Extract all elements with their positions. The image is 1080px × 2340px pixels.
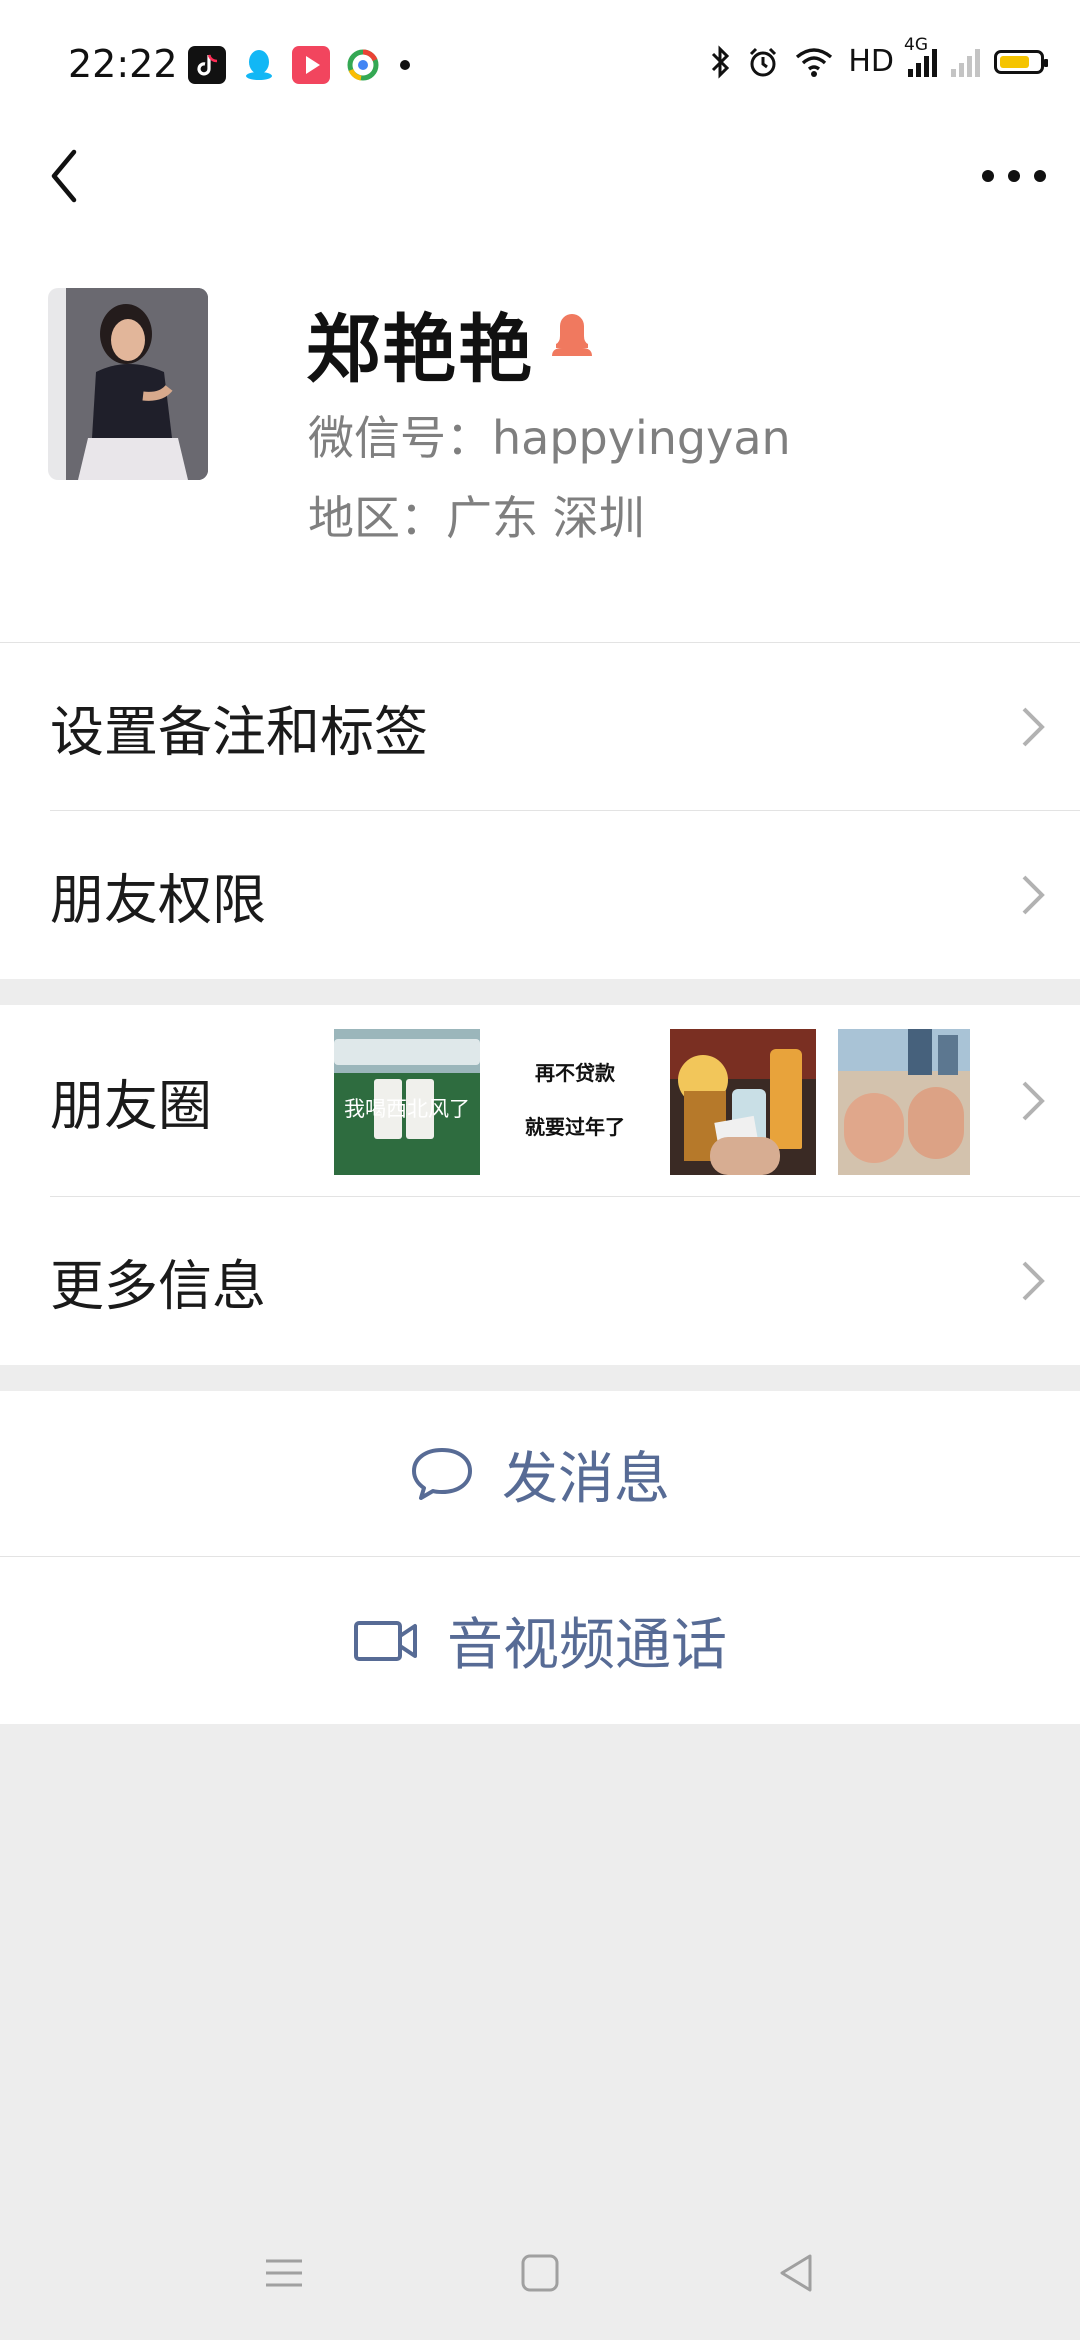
wechat-id: 微信号：happyingyan xyxy=(308,411,791,465)
browser-icon xyxy=(344,46,382,84)
more-dots-icon[interactable] xyxy=(982,164,1046,188)
signal-4g: 4G xyxy=(904,35,937,77)
system-nav-bar xyxy=(0,2225,1080,2325)
video-call-label: 音视频通话 xyxy=(447,1613,727,1678)
chevron-right-icon xyxy=(1022,1081,1045,1121)
avatar[interactable] xyxy=(48,288,208,480)
send-message-button[interactable]: 发消息 xyxy=(0,1391,1080,1557)
status-indicators: HD 4G xyxy=(708,35,1048,79)
region: 地区：广东 深圳 xyxy=(308,491,645,545)
more-info-cell[interactable]: 更多信息 xyxy=(0,1197,1080,1365)
wifi-icon xyxy=(796,47,833,77)
more-info-label: 更多信息 xyxy=(50,1254,266,1318)
home-square-icon[interactable] xyxy=(520,2253,560,2293)
contact-name: 郑艳艳 xyxy=(306,307,534,393)
set-remark-cell[interactable]: 设置备注和标签 xyxy=(0,643,1080,811)
moments-thumb xyxy=(838,1029,970,1175)
moments-cell[interactable]: 朋友圈 我喝西北风了 再不贷款 就要过年了 xyxy=(0,1005,1080,1197)
send-message-label: 发消息 xyxy=(502,1446,670,1512)
menu-lines-icon[interactable] xyxy=(264,2253,304,2293)
moments-thumb-caption-line1: 再不贷款 xyxy=(535,1061,615,1085)
tiktok-icon xyxy=(188,46,226,84)
status-time: 22:22 xyxy=(68,42,178,86)
hd-label: HD xyxy=(848,44,894,79)
alarm-icon xyxy=(750,47,777,76)
chat-bubble-icon xyxy=(412,1448,472,1500)
moments-thumb-caption: 我喝西北风了 xyxy=(344,1097,470,1121)
name-row: 郑艳艳 xyxy=(306,290,596,397)
status-bar: 22:22 HD 4G xyxy=(0,0,1080,130)
video-call-button[interactable]: 音视频通话 xyxy=(0,1557,1080,1724)
set-remark-label: 设置备注和标签 xyxy=(50,700,428,764)
friend-permissions-label: 朋友权限 xyxy=(50,868,266,932)
moments-thumb: 我喝西北风了 xyxy=(334,1029,480,1175)
chevron-right-icon xyxy=(1022,707,1045,747)
video-app-icon xyxy=(292,46,330,84)
notification-dot xyxy=(400,60,410,70)
moments-label: 朋友圈 xyxy=(50,1074,212,1138)
back-triangle-icon[interactable] xyxy=(776,2253,816,2293)
moments-thumbnails: 我喝西北风了 再不贷款 就要过年了 xyxy=(334,1029,970,1175)
video-camera-icon xyxy=(354,1620,417,1661)
back-icon[interactable] xyxy=(44,146,104,206)
chevron-right-icon xyxy=(1022,875,1045,915)
female-icon xyxy=(552,313,592,356)
qq-icon xyxy=(240,46,278,84)
nav-bar xyxy=(0,130,1080,240)
battery-icon xyxy=(994,49,1048,74)
profile-card: 郑艳艳 微信号：happyingyan 地区：广东 深圳 xyxy=(0,240,1080,642)
moments-thumb: 再不贷款 就要过年了 xyxy=(502,1029,648,1175)
chevron-right-icon xyxy=(1022,1261,1045,1301)
moments-thumb xyxy=(670,1029,816,1175)
friend-permissions-cell[interactable]: 朋友权限 xyxy=(0,811,1080,979)
bluetooth-icon xyxy=(712,44,730,79)
signal-bars-secondary-icon xyxy=(951,47,980,77)
moments-thumb-caption-line2: 就要过年了 xyxy=(525,1115,625,1139)
avatar-photo xyxy=(66,288,208,480)
